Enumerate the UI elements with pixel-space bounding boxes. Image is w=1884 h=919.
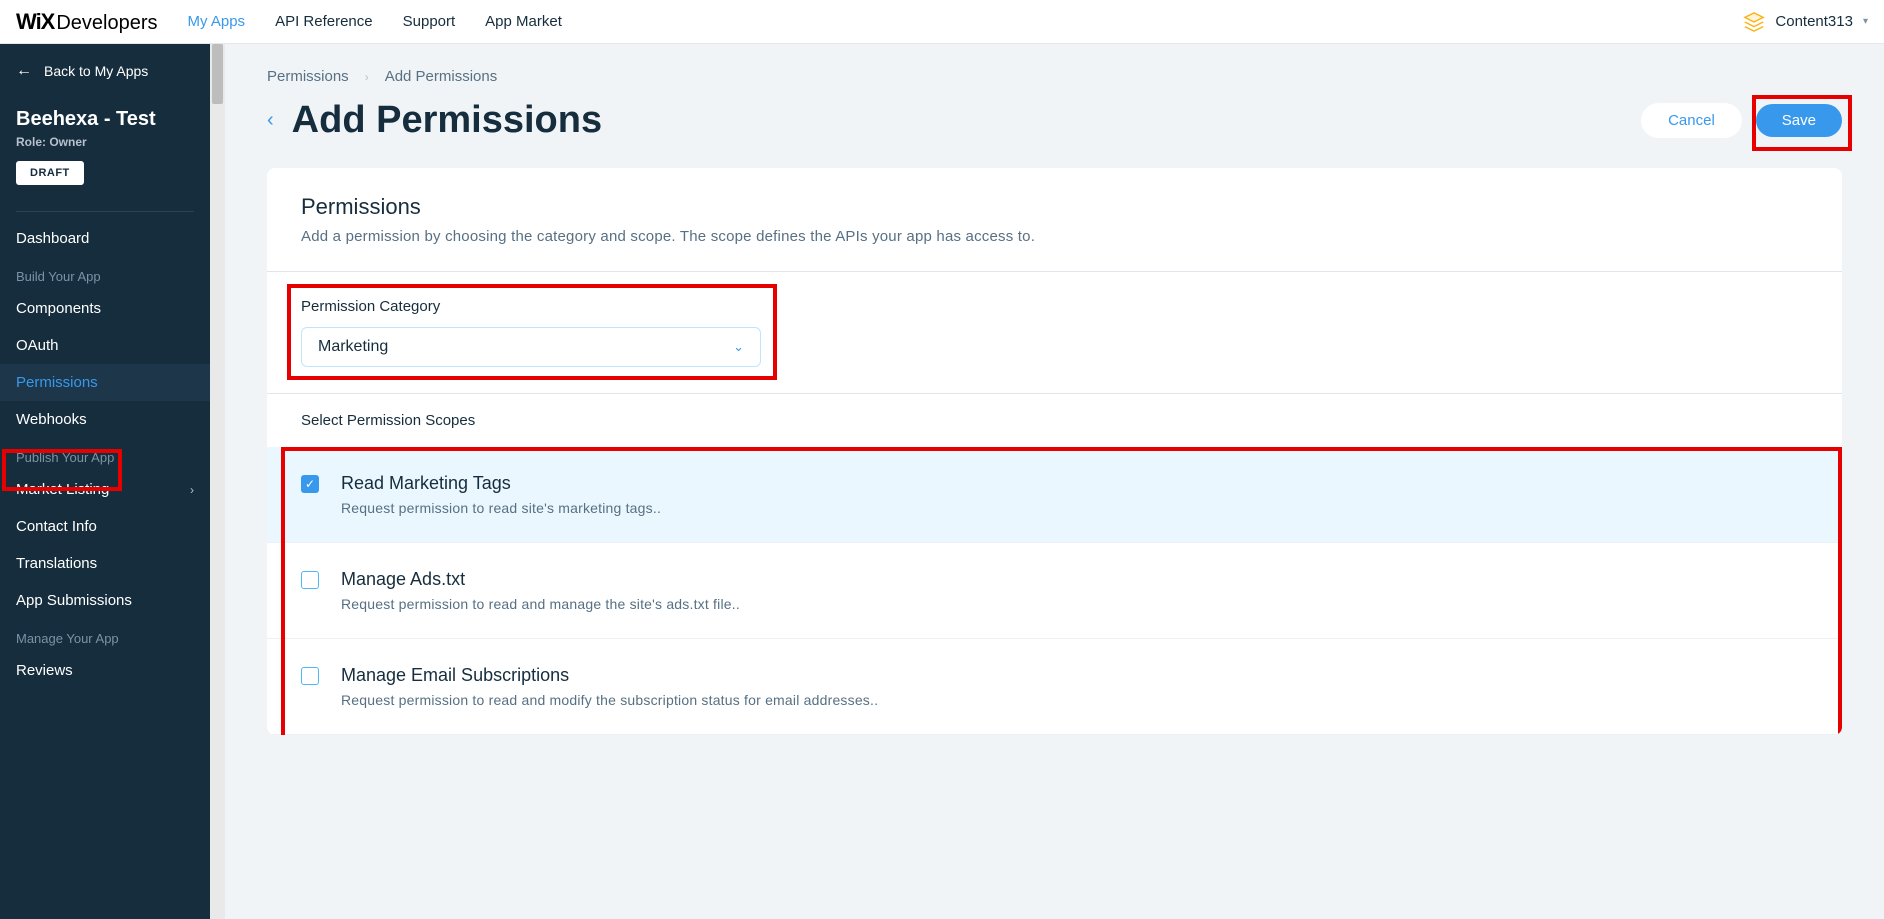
back-label: Back to My Apps	[44, 63, 148, 79]
scope-title: Read Marketing Tags	[341, 473, 661, 494]
sidebar: ← Back to My Apps Beehexa - Test Role: O…	[0, 44, 210, 919]
breadcrumb: Permissions › Add Permissions	[267, 68, 1842, 85]
sidebar-dashboard[interactable]: Dashboard	[0, 220, 210, 257]
app-name: Beehexa - Test	[16, 108, 194, 131]
sidebar-permissions[interactable]: Permissions	[0, 364, 210, 401]
sidebar-item-label: OAuth	[16, 337, 59, 354]
sidebar-item-label: Dashboard	[16, 230, 89, 247]
sidebar-components[interactable]: Components	[0, 290, 210, 327]
scope-row[interactable]: Manage Ads.txt Request permission to read…	[267, 543, 1842, 639]
app-role: Role: Owner	[16, 135, 194, 149]
chevron-right-icon: ›	[190, 483, 194, 497]
scopes-list: ✓ Read Marketing Tags Request permission t…	[267, 447, 1842, 735]
nav-api-reference[interactable]: API Reference	[275, 13, 373, 30]
scope-title: Manage Email Subscriptions	[341, 665, 878, 686]
scope-checkbox[interactable]	[301, 667, 319, 685]
scope-row[interactable]: Manage Email Subscriptions Request permis…	[267, 639, 1842, 735]
sidebar-translations[interactable]: Translations	[0, 545, 210, 582]
permissions-intro: Permissions Add a permission by choosing…	[267, 168, 1842, 272]
sidebar-item-label: App Submissions	[16, 592, 132, 609]
scope-desc: Request permission to read site's market…	[341, 500, 661, 516]
sidebar-item-label: Webhooks	[16, 411, 87, 428]
scope-text: Manage Email Subscriptions Request permis…	[341, 665, 878, 708]
nav-app-market[interactable]: App Market	[485, 13, 562, 30]
sidebar-webhooks[interactable]: Webhooks	[0, 401, 210, 438]
category-select[interactable]: Marketing ⌄	[301, 327, 761, 367]
nav-my-apps[interactable]: My Apps	[188, 13, 246, 30]
logo-dev: Developers	[56, 12, 157, 35]
section-title: Permissions	[301, 194, 1808, 220]
category-section: Permission Category Marketing ⌄	[267, 272, 1842, 394]
sidebar-contact-info[interactable]: Contact Info	[0, 508, 210, 545]
sidebar-item-label: Permissions	[16, 374, 98, 391]
divider	[16, 211, 194, 212]
top-nav: WiX Developers My Apps API Reference Sup…	[0, 0, 1884, 44]
scope-text: Read Marketing Tags Request permission to…	[341, 473, 661, 516]
sidebar-market-listing[interactable]: Market Listing ›	[0, 471, 210, 508]
sidebar-item-label: Contact Info	[16, 518, 97, 535]
sidebar-app-submissions[interactable]: App Submissions	[0, 582, 210, 619]
logo-wix: WiX	[16, 9, 54, 35]
nav-links: My Apps API Reference Support App Market	[188, 13, 1744, 30]
user-menu[interactable]: Content313 ▾	[1743, 11, 1868, 33]
nav-support[interactable]: Support	[403, 13, 456, 30]
section-build: Build Your App	[0, 257, 210, 290]
header-actions: Cancel Save	[1641, 103, 1842, 138]
scrollbar[interactable]	[210, 44, 225, 919]
stack-icon	[1743, 11, 1765, 33]
logo[interactable]: WiX Developers	[16, 9, 158, 35]
app-header: Beehexa - Test Role: Owner DRAFT	[0, 98, 210, 201]
sidebar-reviews[interactable]: Reviews	[0, 652, 210, 689]
scope-title: Manage Ads.txt	[341, 569, 740, 590]
scope-text: Manage Ads.txt Request permission to read…	[341, 569, 740, 612]
cancel-button[interactable]: Cancel	[1641, 103, 1742, 138]
content: Permissions › Add Permissions ‹ Add Perm…	[225, 44, 1884, 919]
category-label: Permission Category	[301, 298, 1808, 315]
sidebar-oauth[interactable]: OAuth	[0, 327, 210, 364]
sidebar-item-label: Components	[16, 300, 101, 317]
scope-desc: Request permission to read and modify th…	[341, 692, 878, 708]
page-header: ‹ Add Permissions Cancel Save	[267, 99, 1842, 142]
scope-row[interactable]: ✓ Read Marketing Tags Request permission t…	[267, 447, 1842, 543]
scopes-header: Select Permission Scopes	[267, 394, 1842, 447]
scope-desc: Request permission to read and manage th…	[341, 596, 740, 612]
sidebar-item-label: Translations	[16, 555, 97, 572]
scope-checkbox[interactable]: ✓	[301, 475, 319, 493]
sidebar-item-label: Market Listing	[16, 481, 109, 498]
scrollbar-thumb[interactable]	[212, 44, 223, 104]
user-name: Content313	[1775, 13, 1853, 30]
breadcrumb-root[interactable]: Permissions	[267, 68, 349, 85]
arrow-left-icon: ←	[16, 62, 32, 80]
page-title: Add Permissions	[292, 99, 602, 142]
chevron-down-icon: ▾	[1863, 16, 1868, 27]
back-to-apps[interactable]: ← Back to My Apps	[0, 44, 210, 98]
sidebar-item-label: Reviews	[16, 662, 73, 679]
scope-checkbox[interactable]	[301, 571, 319, 589]
section-desc: Add a permission by choosing the categor…	[301, 228, 1808, 245]
chevron-left-icon[interactable]: ‹	[267, 109, 274, 132]
chevron-right-icon: ›	[365, 70, 369, 84]
save-button[interactable]: Save	[1756, 104, 1842, 137]
draft-badge: DRAFT	[16, 161, 84, 185]
breadcrumb-current: Add Permissions	[385, 68, 498, 85]
section-publish: Publish Your App	[0, 438, 210, 471]
chevron-down-icon: ⌄	[733, 339, 744, 355]
permissions-card: Permissions Add a permission by choosing…	[267, 168, 1842, 735]
category-value: Marketing	[318, 338, 388, 356]
section-manage: Manage Your App	[0, 619, 210, 652]
